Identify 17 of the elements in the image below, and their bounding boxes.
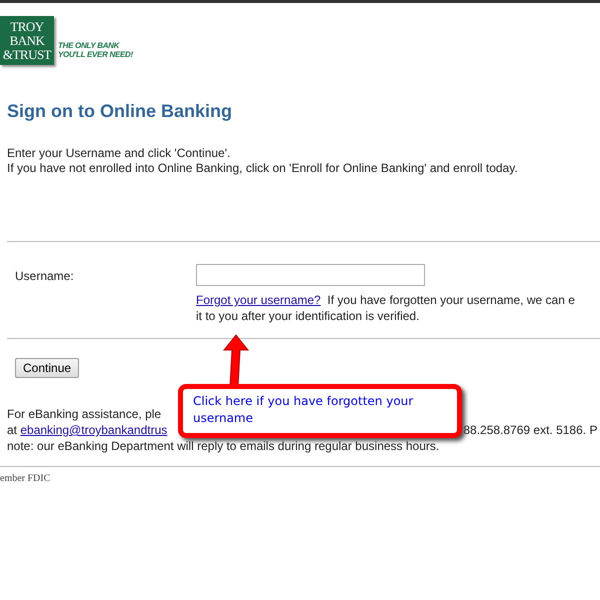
page-title: Sign on to Online Banking	[7, 101, 233, 122]
tagline: THE ONLY BANK YOU'LL EVER NEED!	[58, 41, 133, 59]
forgot-username-text: Forgot your username? If you have forgotten your username, we can e it to you after your identification is verified.	[196, 292, 576, 324]
intro-text: Enter your Username and click 'Continue'.	[7, 146, 232, 161]
intro-text: If you have not enrolled into Online Banking, click on 'Enroll for Online Banking' and enroll today.	[7, 161, 519, 176]
callout: Click here if you have forgotten your username	[178, 384, 462, 438]
help-text: note: our eBanking Department will reply to emails during regular business hours.	[7, 438, 440, 454]
help-text: For eBanking assistance, ple	[7, 406, 162, 422]
username-field[interactable]	[196, 264, 425, 286]
username-label: Username:	[15, 269, 75, 285]
help-text: at	[7, 422, 18, 438]
logo: TROY BANK &TRUST	[0, 16, 54, 65]
email-link[interactable]: ebanking@troybankandtrus	[20, 422, 174, 438]
continue-button[interactable]: Continue	[15, 358, 80, 378]
forgot-username-link[interactable]: Forgot your username?	[196, 293, 321, 307]
footer-text: ember FDIC	[0, 473, 52, 484]
help-text: 88.258.8769 ext. 5186. P	[463, 422, 598, 438]
